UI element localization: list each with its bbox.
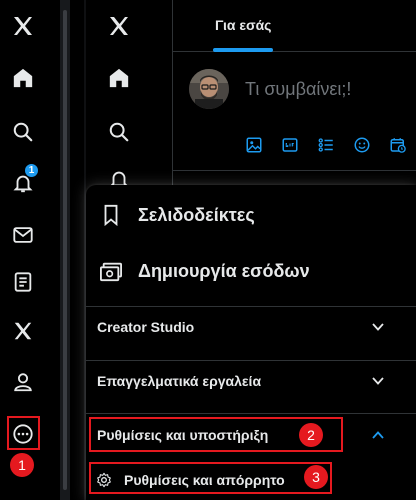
compose-input[interactable]: Τι συμβαίνει;! bbox=[245, 79, 351, 100]
more-highlight-box bbox=[7, 416, 40, 450]
left-nav-rail: 1 1 bbox=[0, 0, 46, 500]
mail-icon[interactable] bbox=[8, 220, 38, 250]
profile-icon[interactable] bbox=[8, 367, 38, 397]
step-2-badge: 2 bbox=[299, 423, 323, 447]
tab-for-you[interactable]: Για εσάς bbox=[215, 17, 271, 33]
compose-toolbar bbox=[243, 134, 409, 156]
bookmark-icon bbox=[98, 202, 124, 228]
chevron-up-icon bbox=[372, 431, 384, 439]
emoji-icon[interactable] bbox=[351, 134, 373, 156]
bell-icon[interactable]: 1 bbox=[8, 163, 39, 198]
x-logo-icon[interactable] bbox=[104, 11, 134, 41]
step-3-badge: 3 bbox=[304, 465, 328, 489]
search-icon[interactable] bbox=[8, 117, 38, 147]
chevron-down-icon bbox=[372, 323, 384, 331]
avatar[interactable] bbox=[189, 69, 229, 109]
schedule-icon[interactable] bbox=[387, 134, 409, 156]
left-scrollbar-thumb[interactable] bbox=[63, 10, 67, 490]
x-logo-icon[interactable] bbox=[8, 11, 38, 41]
gif-icon[interactable] bbox=[279, 134, 301, 156]
monetization-icon bbox=[98, 258, 124, 284]
menu-label-bookmarks: Σελιδοδείκτες bbox=[138, 204, 255, 225]
search-icon[interactable] bbox=[104, 117, 134, 147]
menu-label-professional-tools: Επαγγελματικά εργαλεία bbox=[97, 373, 262, 389]
x-premium-icon[interactable] bbox=[8, 316, 38, 346]
menu-section-professional-tools[interactable]: Επαγγελματικά εργαλεία bbox=[86, 361, 416, 401]
notification-count-badge: 1 bbox=[24, 163, 39, 178]
menu-label-creator-studio: Creator Studio bbox=[97, 319, 195, 335]
lists-icon[interactable] bbox=[8, 267, 38, 297]
menu-item-monetization[interactable]: Δημιουργία εσόδων bbox=[86, 256, 416, 286]
poll-icon[interactable] bbox=[315, 134, 337, 156]
compose-divider bbox=[173, 170, 416, 171]
left-scrollbar[interactable] bbox=[60, 0, 70, 500]
menu-item-bookmarks[interactable]: Σελιδοδείκτες bbox=[86, 200, 416, 230]
image-icon[interactable] bbox=[243, 134, 265, 156]
home-icon[interactable] bbox=[104, 63, 134, 93]
settings-privacy-highlight-box bbox=[89, 462, 332, 494]
chevron-down-icon bbox=[372, 377, 384, 385]
compose-box: Τι συμβαίνει;! bbox=[173, 52, 416, 170]
menu-section-creator-studio[interactable]: Creator Studio bbox=[86, 307, 416, 347]
menu-separator bbox=[86, 413, 416, 414]
home-icon[interactable] bbox=[8, 63, 38, 93]
step-1-badge: 1 bbox=[10, 453, 34, 477]
feed-tabs: Για εσάς bbox=[173, 0, 416, 52]
menu-label-monetization: Δημιουργία εσόδων bbox=[138, 260, 310, 281]
more-menu: Σελιδοδείκτες Δημιουργία εσόδων Creator … bbox=[86, 185, 416, 500]
